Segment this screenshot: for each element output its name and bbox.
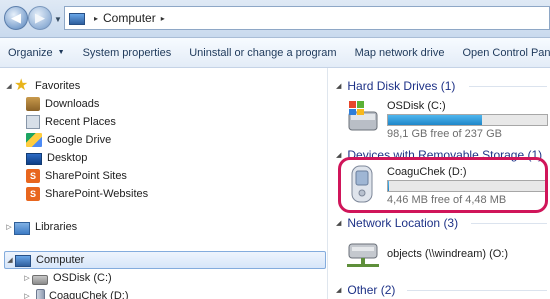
hard-disk-icon xyxy=(32,274,48,285)
group-header-label: Other (2) xyxy=(347,283,396,297)
open-control-panel-label: Open Control Pane xyxy=(462,46,550,59)
group-header-network[interactable]: ◢ Network Location (3) xyxy=(336,214,458,232)
tree-label: Libraries xyxy=(35,221,78,233)
uninstall-program-button[interactable]: Uninstall or change a program xyxy=(180,38,345,67)
command-bar: Organize ▼ System properties Uninstall o… xyxy=(0,38,550,68)
tree-label: Desktop xyxy=(47,152,88,164)
desktop-icon xyxy=(26,153,42,165)
tree-label: SharePoint-Websites xyxy=(45,188,149,200)
divider xyxy=(469,86,547,87)
drive-usage-fill xyxy=(388,115,482,125)
drive-name: OSDisk (C:) xyxy=(387,100,446,112)
tree-item-google-drive[interactable]: Google Drive xyxy=(26,131,111,149)
star-icon: ★ xyxy=(14,77,29,94)
map-network-drive-button[interactable]: Map network drive xyxy=(346,38,454,67)
network-drive-icon xyxy=(347,243,379,267)
recent-places-icon xyxy=(26,115,40,129)
tree-item-desktop[interactable]: Desktop xyxy=(26,149,87,167)
tree-label: Recent Places xyxy=(45,116,116,128)
tree-item-recent-places[interactable]: Recent Places xyxy=(26,113,116,131)
tree-item-downloads[interactable]: Downloads xyxy=(26,95,99,113)
tree-item-coaguchek[interactable]: ▷ CoaguChek (D:) xyxy=(22,287,128,299)
removable-drive-icon xyxy=(36,289,45,299)
organize-button[interactable]: Organize ▼ xyxy=(0,38,74,67)
expanded-arrow-icon: ◢ xyxy=(336,152,342,159)
tree-item-sharepoint-sites[interactable]: S SharePoint Sites xyxy=(26,167,127,185)
system-properties-label: System properties xyxy=(82,46,172,59)
windows-drive-icon xyxy=(348,101,378,131)
tree-label: Favorites xyxy=(35,80,81,92)
tree-label: SharePoint Sites xyxy=(45,170,127,182)
map-network-drive-label: Map network drive xyxy=(354,46,445,59)
group-header-label: Hard Disk Drives (1) xyxy=(347,79,456,93)
tree-item-osdisk[interactable]: ▷ OSDisk (C:) xyxy=(22,269,112,287)
chevron-down-icon: ▼ xyxy=(57,49,65,56)
highlight-annotation xyxy=(338,157,548,213)
drive-usage-bar xyxy=(387,114,548,126)
tree-item-computer[interactable]: ◢ Computer xyxy=(4,251,326,269)
tree-item-sharepoint-websites[interactable]: S SharePoint-Websites xyxy=(26,185,148,203)
expanded-arrow-icon: ◢ xyxy=(336,83,342,90)
back-button[interactable]: ◀ xyxy=(4,6,28,30)
collapsed-arrow-icon[interactable]: ▷ xyxy=(4,223,14,231)
breadcrumb-computer[interactable]: Computer xyxy=(103,11,156,25)
address-field[interactable]: ▸ Computer ▸ xyxy=(64,6,550,30)
expanded-arrow-icon[interactable]: ◢ xyxy=(5,256,15,264)
forward-arrow-icon: ▶ xyxy=(35,10,45,25)
expanded-arrow-icon: ◢ xyxy=(336,220,342,227)
tree-label: OSDisk (C:) xyxy=(53,272,112,284)
system-properties-button[interactable]: System properties xyxy=(74,38,181,67)
recent-pages-dropdown-icon[interactable]: ▼ xyxy=(54,15,62,24)
tree-label: CoaguChek (D:) xyxy=(49,290,129,299)
divider xyxy=(471,223,547,224)
sharepoint-icon: S xyxy=(26,187,40,201)
tree-label: Computer xyxy=(36,254,85,266)
open-control-panel-button[interactable]: Open Control Pane xyxy=(453,38,550,67)
tree-label: Downloads xyxy=(45,98,100,110)
group-header-label: Network Location (3) xyxy=(347,216,459,230)
sharepoint-icon: S xyxy=(26,169,40,183)
navigation-pane: ◢ ★ Favorites Downloads Recent Places Go… xyxy=(0,68,328,299)
drive-network-objects[interactable]: objects (\\windream) (O:) xyxy=(343,238,548,274)
group-header-hard-disk[interactable]: ◢ Hard Disk Drives (1) xyxy=(336,77,455,95)
back-arrow-icon: ◀ xyxy=(11,10,21,25)
drive-free-space: 98,1 GB free of 237 GB xyxy=(387,128,502,140)
tree-item-libraries[interactable]: ▷ Libraries xyxy=(4,218,77,236)
address-bar-area: ◀ ▶ ▼ ▸ Computer ▸ xyxy=(0,0,550,38)
tree-item-favorites[interactable]: ◢ ★ Favorites xyxy=(4,77,80,95)
drive-osdisk[interactable]: OSDisk (C:) 98,1 GB free of 237 GB xyxy=(343,98,548,142)
breadcrumb-separator-icon[interactable]: ▸ xyxy=(161,14,165,23)
collapsed-arrow-icon[interactable]: ▷ xyxy=(22,292,32,299)
drive-name: objects (\\windream) (O:) xyxy=(387,248,509,260)
expanded-arrow-icon[interactable]: ◢ xyxy=(4,82,14,90)
downloads-folder-icon xyxy=(26,97,40,111)
forward-button[interactable]: ▶ xyxy=(28,6,52,30)
collapsed-arrow-icon[interactable]: ▷ xyxy=(22,274,32,282)
group-header-other[interactable]: ◢ Other (2) xyxy=(336,281,395,299)
expanded-arrow-icon: ◢ xyxy=(336,287,342,294)
organize-label: Organize xyxy=(8,46,53,59)
breadcrumb-separator-icon[interactable]: ▸ xyxy=(94,14,98,23)
computer-icon xyxy=(15,254,31,267)
computer-icon xyxy=(69,12,85,25)
uninstall-label: Uninstall or change a program xyxy=(189,46,337,59)
libraries-icon xyxy=(14,221,30,235)
google-drive-icon xyxy=(26,133,42,147)
divider xyxy=(407,290,547,291)
tree-label: Google Drive xyxy=(47,134,112,146)
